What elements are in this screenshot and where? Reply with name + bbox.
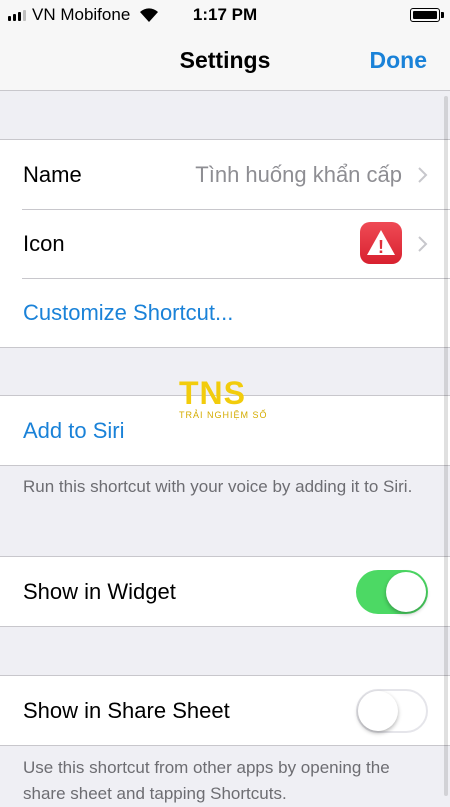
widget-group: Show in Widget	[0, 556, 450, 627]
watermark-logo-text: TNS	[179, 375, 246, 411]
status-bar: VN Mobifone 1:17 PM	[0, 0, 450, 30]
chevron-right-icon	[418, 167, 428, 183]
toggle-knob	[358, 691, 398, 731]
customize-shortcut-link[interactable]: Customize Shortcut...	[23, 278, 233, 347]
show-in-widget-toggle[interactable]	[356, 570, 428, 614]
toggle-knob	[386, 572, 426, 612]
svg-text:!: !	[378, 237, 384, 257]
siri-footer-text: Run this shortcut with your voice by add…	[23, 477, 413, 496]
navigation-bar: Settings Done	[0, 30, 450, 91]
icon-label: Icon	[23, 231, 65, 256]
customize-shortcut-row[interactable]: Customize Shortcut...	[0, 278, 450, 347]
show-in-widget-label: Show in Widget	[23, 579, 176, 604]
add-to-siri-link[interactable]: Add to Siri	[23, 396, 125, 465]
show-in-widget-row: Show in Widget	[0, 557, 450, 626]
icon-row[interactable]: Icon !	[0, 209, 450, 278]
name-row[interactable]: Name Tình huống khẩn cấp	[0, 140, 450, 209]
shortcut-app-icon: !	[360, 222, 402, 264]
share-sheet-group: Show in Share Sheet	[0, 675, 450, 746]
chevron-right-icon	[418, 236, 428, 252]
battery-icon	[410, 8, 444, 22]
share-sheet-footer-text: Use this shortcut from other apps by ope…	[23, 758, 390, 803]
scroll-indicator[interactable]	[444, 96, 448, 796]
shortcut-settings-group: Name Tình huống khẩn cấp Icon ! Customiz…	[0, 139, 450, 348]
show-in-share-sheet-row: Show in Share Sheet	[0, 676, 450, 745]
name-label: Name	[23, 162, 82, 187]
show-in-share-sheet-toggle[interactable]	[356, 689, 428, 733]
name-value: Tình huống khẩn cấp	[195, 162, 402, 187]
warning-icon: !	[367, 230, 395, 257]
watermark-subtitle: TRẢI NGHIỆM SỐ	[179, 410, 268, 420]
watermark-logo: TNS TRẢI NGHIỆM SỐ	[179, 376, 271, 422]
show-in-share-sheet-label: Show in Share Sheet	[23, 698, 230, 723]
done-button[interactable]: Done	[370, 30, 428, 90]
status-time: 1:17 PM	[192, 5, 258, 24]
